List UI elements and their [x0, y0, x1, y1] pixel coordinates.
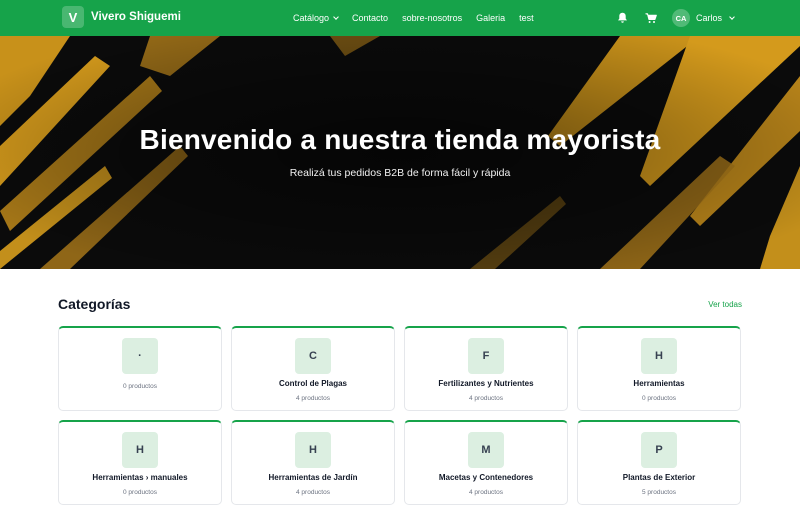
chevron-down-icon [333, 13, 339, 20]
main-nav: Catálogo Contacto sobre-nosotros Galeria… [293, 0, 534, 36]
hero-subtitle: Realizá tus pedidos B2B de forma fácil y… [289, 167, 511, 179]
cart-icon[interactable] [644, 11, 658, 25]
category-count: 4 productos [296, 489, 330, 496]
see-all-link[interactable]: Ver todas [708, 300, 742, 309]
user-menu[interactable]: CA Carlos [671, 9, 735, 27]
category-name: Plantas de Exterior [622, 473, 696, 482]
category-card[interactable]: P Plantas de Exterior 5 productos [577, 420, 741, 505]
category-count: 4 productos [469, 395, 503, 402]
nav-item-galeria[interactable]: Galeria [476, 13, 505, 23]
category-count: 0 productos [123, 383, 157, 390]
category-initial: H [122, 432, 158, 468]
category-initial: M [468, 432, 504, 468]
category-count: 0 productos [123, 489, 157, 496]
nav-item-contacto[interactable]: Contacto [352, 13, 388, 23]
section-title-categorias: Categorías [58, 296, 131, 312]
hero-banner: Bienvenido a nuestra tienda mayorista Re… [0, 36, 800, 269]
brand-name: Vivero Shiguemi [91, 11, 181, 23]
brand-link[interactable]: V Vivero Shiguemi [62, 6, 181, 28]
user-name: Carlos [695, 13, 722, 23]
category-card[interactable]: F Fertilizantes y Nutrientes 4 productos [404, 326, 568, 411]
category-count: 4 productos [296, 395, 330, 402]
nav-item-catalogo[interactable]: Catálogo [293, 13, 339, 23]
category-initial: P [641, 432, 677, 468]
category-count: 4 productos [469, 489, 503, 496]
category-name: Herramientas [633, 379, 685, 388]
avatar: CA [671, 9, 690, 27]
category-initial: C [295, 338, 331, 374]
bell-icon[interactable] [616, 11, 630, 25]
category-name: Herramientas › manuales [92, 473, 188, 482]
category-initial: H [641, 338, 677, 374]
category-count: 5 productos [642, 489, 676, 496]
category-initial: · [122, 338, 158, 374]
category-initial: H [295, 432, 331, 468]
category-card[interactable]: C Control de Plagas 4 productos [231, 326, 395, 411]
top-navbar: V Vivero Shiguemi Catálogo Contacto sobr… [0, 0, 800, 36]
nav-item-label: Catálogo [293, 13, 330, 23]
brand-logo: V [62, 6, 84, 28]
category-name: Herramientas de Jardín [268, 473, 358, 482]
category-card[interactable]: · 0 productos [58, 326, 222, 411]
header-actions: CA Carlos [616, 0, 735, 36]
nav-item-sobre-nosotros[interactable]: sobre-nosotros [402, 13, 462, 23]
category-name: Fertilizantes y Nutrientes [438, 379, 534, 388]
chevron-down-icon [729, 13, 735, 20]
category-initial: F [468, 338, 504, 374]
category-card[interactable]: H Herramientas › manuales 0 productos [58, 420, 222, 505]
category-card[interactable]: H Herramientas de Jardín 4 productos [231, 420, 395, 505]
category-card[interactable]: H Herramientas 0 productos [577, 326, 741, 411]
category-card[interactable]: M Macetas y Contenedores 4 productos [404, 420, 568, 505]
category-name: Macetas y Contenedores [438, 473, 534, 482]
hero-title: Bienvenido a nuestra tienda mayorista [139, 124, 661, 155]
categories-grid: · 0 productos C Control de Plagas 4 prod… [58, 326, 742, 505]
nav-item-test[interactable]: test [519, 13, 534, 23]
category-count: 0 productos [642, 395, 676, 402]
category-name: Control de Plagas [278, 379, 347, 388]
